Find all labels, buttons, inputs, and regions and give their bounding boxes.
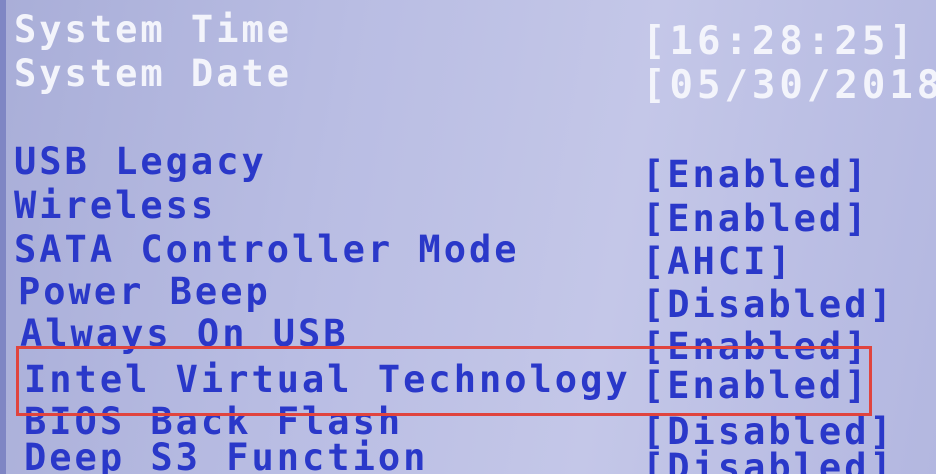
setting-row-power-beep[interactable]: Power Beep [Disabled] (0, 270, 936, 326)
system-date-value[interactable]: [05/30/2018] (642, 64, 936, 108)
system-time-label: System Time (14, 8, 293, 51)
setting-row-deep-s3-function[interactable]: Deep S3 Function [Disabled] (0, 436, 936, 474)
wireless-label: Wireless (14, 184, 217, 227)
deep-s3-function-label: Deep S3 Function (24, 436, 429, 474)
system-date-label: System Date (14, 52, 293, 95)
setting-row-system-date[interactable]: System Date [05/30/2018] (0, 52, 936, 108)
usb-legacy-label: USB Legacy (14, 140, 267, 183)
deep-s3-function-value[interactable]: [Disabled] (642, 446, 895, 474)
power-beep-label: Power Beep (18, 270, 271, 313)
highlight-annotation-box (16, 346, 872, 416)
sata-controller-mode-label: SATA Controller Mode (14, 228, 520, 271)
setting-row-system-time[interactable]: System Time [16:28:25] (0, 8, 936, 64)
setting-row-usb-legacy[interactable]: USB Legacy [Enabled] (0, 140, 936, 196)
setting-row-wireless[interactable]: Wireless [Enabled] (0, 184, 936, 240)
setting-row-sata-controller-mode[interactable]: SATA Controller Mode [AHCI] (0, 228, 936, 283)
bios-config-screen: System Time [16:28:25] System Date [05/3… (0, 0, 936, 474)
